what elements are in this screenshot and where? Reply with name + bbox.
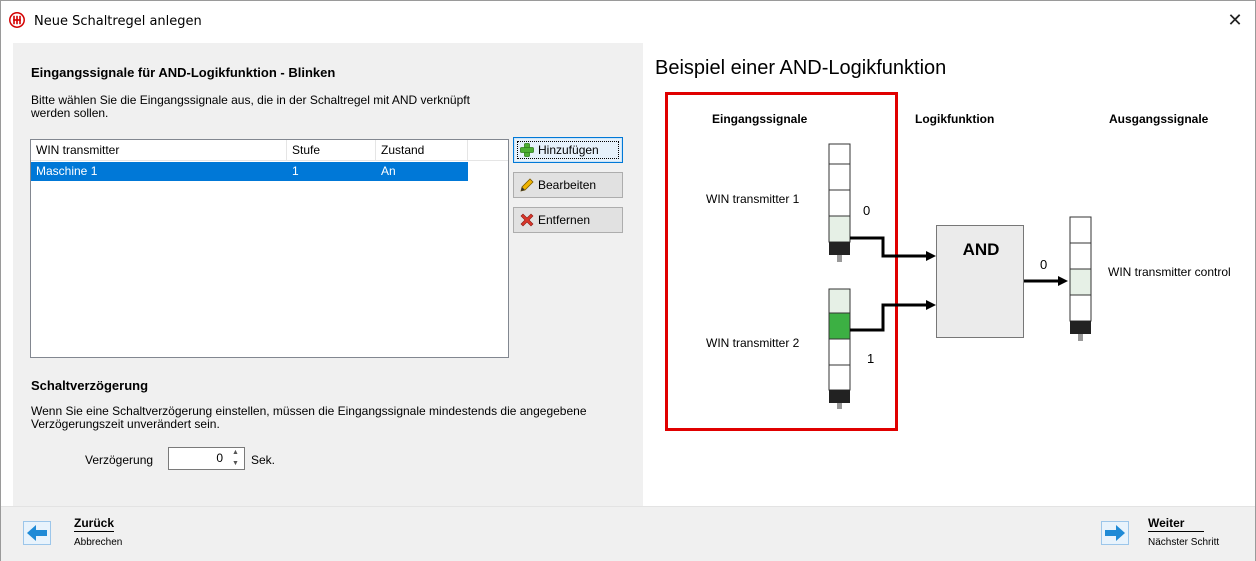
app-logo-icon: [9, 12, 25, 28]
delay-spinner[interactable]: 0 ▲ ▼: [168, 447, 245, 470]
add-button-label: Hinzufügen: [538, 143, 599, 157]
input-signals-description: Bitte wählen Sie die Eingangssignale aus…: [31, 93, 470, 120]
delay-description: Wenn Sie eine Schaltverzögerung einstell…: [31, 404, 587, 431]
arrowhead-2: [926, 300, 936, 310]
close-button[interactable]: ✕: [1223, 9, 1247, 33]
back-button[interactable]: Zurück: [74, 516, 115, 532]
wire-input-2: [850, 303, 928, 332]
add-button[interactable]: Hinzufügen: [513, 137, 623, 163]
wire-input-1: [850, 236, 928, 258]
pencil-icon: [520, 178, 534, 192]
edit-button-label: Bearbeiten: [538, 178, 597, 192]
next-button[interactable]: Weiter: [1148, 516, 1204, 532]
spinner-buttons: ▲ ▼: [227, 448, 244, 469]
list-header: WIN transmitter Stufe Zustand: [31, 140, 508, 161]
arrowhead-out: [1058, 276, 1068, 286]
footer-bar: [1, 506, 1255, 561]
input-signals-list[interactable]: WIN transmitter Stufe Zustand Maschine 1…: [30, 139, 509, 358]
input-2-label: WIN transmitter 2: [706, 336, 800, 350]
delay-value[interactable]: 0: [169, 448, 227, 469]
table-row[interactable]: Maschine 1 1 An: [31, 162, 468, 181]
arrowhead-1: [926, 251, 936, 261]
delete-icon: [520, 213, 534, 227]
input-signals-heading: Eingangssignale für AND-Logikfunktion - …: [31, 65, 336, 80]
remove-button[interactable]: Entfernen: [513, 207, 623, 233]
spin-down-icon[interactable]: ▼: [227, 459, 244, 469]
delay-unit: Sek.: [251, 453, 276, 467]
column-header-stufe[interactable]: Stufe: [287, 140, 376, 161]
delay-label: Verzögerung: [85, 453, 154, 467]
next-arrow-icon[interactable]: [1101, 521, 1129, 545]
spin-up-icon[interactable]: ▲: [227, 448, 244, 458]
plus-icon: [520, 143, 534, 157]
next-step-link[interactable]: Nächster Schritt: [1148, 537, 1219, 548]
output-label: WIN transmitter control: [1108, 265, 1231, 279]
and-function-box: AND: [936, 225, 1024, 338]
cell-stufe: 1: [292, 164, 299, 178]
dialog-window: Neue Schaltregel anlegen ✕ Eingangssigna…: [0, 0, 1256, 561]
cell-transmitter: Maschine 1: [36, 164, 98, 178]
column-header-zustand[interactable]: Zustand: [376, 140, 468, 161]
signal-tower-2-icon: [828, 288, 851, 409]
window-title: Neue Schaltregel anlegen: [34, 14, 202, 29]
edit-button[interactable]: Bearbeiten: [513, 172, 623, 198]
input-2-value: 1: [867, 351, 875, 366]
and-function-label: AND: [962, 240, 1000, 259]
column-header-filler: [468, 140, 508, 161]
signal-tower-1-icon: [828, 143, 851, 262]
delay-heading: Schaltverzögerung: [31, 378, 149, 393]
cancel-link[interactable]: Abbrechen: [74, 537, 122, 548]
output-value: 0: [1040, 257, 1048, 272]
column-header-transmitter[interactable]: WIN transmitter: [31, 140, 287, 161]
cell-zustand: An: [381, 164, 396, 178]
signal-tower-output-icon: [1069, 216, 1092, 341]
input-1-label: WIN transmitter 1: [706, 192, 800, 206]
remove-button-label: Entfernen: [538, 213, 591, 227]
back-arrow-icon[interactable]: [23, 521, 51, 545]
title-bar: Neue Schaltregel anlegen ✕: [1, 1, 1255, 43]
input-1-value: 0: [863, 203, 871, 218]
